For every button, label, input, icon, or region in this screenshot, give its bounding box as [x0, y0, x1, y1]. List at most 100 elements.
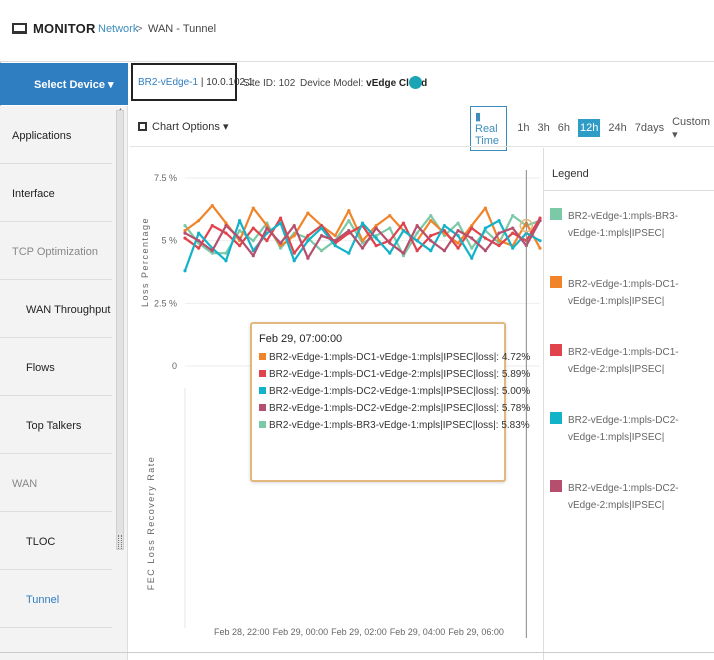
series-point: [429, 214, 433, 218]
range-24h-button[interactable]: 24h: [608, 122, 626, 134]
tooltip-swatch: [259, 421, 266, 428]
legend-item[interactable]: BR2-vEdge-1:mpls-DC1-vEdge-1:mpls|IPSEC|: [550, 276, 710, 332]
legend-swatch: [550, 480, 562, 492]
series-point: [333, 239, 337, 243]
legend-label: BR2-vEdge-1:mpls-DC1-vEdge-1:mpls|IPSEC|: [568, 279, 679, 307]
series-point: [470, 226, 474, 230]
series-point: [429, 219, 433, 223]
series-point: [401, 221, 406, 225]
series-point: [497, 219, 501, 223]
sidebar-item-top-talkers[interactable]: Top Talkers: [0, 396, 112, 454]
series-point: [497, 244, 501, 248]
x-tick-label: Feb 29, 02:00: [331, 627, 387, 637]
breadcrumb-network-link[interactable]: Network: [98, 23, 138, 35]
sidebar: Applications Interface TCP Optimization …: [0, 106, 128, 660]
series-point: [197, 231, 201, 235]
sidebar-item-label: Interface: [12, 188, 55, 200]
series-point: [238, 229, 242, 233]
sidebar-item-label: Top Talkers: [26, 420, 82, 432]
series-point: [429, 239, 433, 243]
series-point: [210, 249, 214, 253]
range-1h-button[interactable]: 1h: [517, 122, 529, 134]
series-point: [374, 236, 378, 240]
legend-item[interactable]: BR2-vEdge-1:mpls-DC1-vEdge-2:mpls|IPSEC|: [550, 344, 710, 400]
series-point: [224, 224, 228, 228]
series-point: [470, 246, 474, 250]
sidebar-item-label: Tunnel: [26, 594, 60, 606]
series-point: [183, 269, 187, 273]
legend-item[interactable]: BR2-vEdge-1:mpls-DC2-vEdge-1:mpls|IPSEC|: [550, 412, 710, 468]
sidebar-item-label: Flows: [26, 362, 55, 374]
realtime-label: Real Time: [475, 122, 500, 147]
series-point: [388, 226, 392, 230]
range-12h-button[interactable]: 12h: [578, 119, 601, 137]
series-point: [442, 224, 447, 228]
series-point: [538, 219, 542, 223]
series-point: [470, 256, 474, 260]
x-tick-label: Feb 28, 22:00: [214, 627, 270, 637]
tooltip-row: BR2-vEdge-1:mpls-DC1-vEdge-2:mpls|IPSEC|…: [259, 369, 530, 386]
legend-swatch: [550, 208, 562, 220]
series-point: [183, 236, 187, 240]
series-point: [347, 208, 351, 213]
time-range-controls: ▮ Real Time 1h 3h 6h 12h 24h 7days Custo…: [470, 105, 714, 151]
series-point: [333, 234, 337, 238]
series-point: [470, 236, 474, 240]
range-3h-button[interactable]: 3h: [538, 122, 550, 134]
series-point: [251, 206, 255, 210]
tooltip-row: BR2-vEdge-1:mpls-DC2-vEdge-1:mpls|IPSEC|…: [259, 386, 530, 403]
range-7days-button[interactable]: 7days: [635, 122, 664, 134]
tooltip-swatch: [259, 370, 266, 377]
device-name: BR2-vEdge-1: [138, 77, 199, 88]
chart-options-button[interactable]: Chart Options ▾: [138, 120, 228, 133]
sidebar-section-tcp-optimization: TCP Optimization: [0, 222, 112, 280]
series-point: [292, 259, 296, 263]
range-custom-label: Custom: [672, 115, 710, 128]
select-device-button[interactable]: Select Device ▾: [0, 63, 128, 105]
realtime-button[interactable]: ▮ Real Time: [470, 105, 508, 151]
series-point: [347, 229, 351, 233]
series-point: [511, 214, 515, 218]
range-custom-button[interactable]: Custom ▾: [672, 116, 710, 141]
tooltip-row-text: BR2-vEdge-1:mpls-DC1-vEdge-2:mpls|IPSEC|…: [269, 369, 531, 380]
series-point: [415, 224, 419, 228]
series-point: [292, 234, 296, 238]
series-point: [456, 246, 460, 250]
sidebar-item-flows[interactable]: Flows: [0, 338, 112, 396]
series-point: [483, 236, 487, 240]
select-device-label: Select Device: [34, 79, 105, 91]
series-point: [401, 229, 406, 233]
legend-item[interactable]: BR2-vEdge-1:mpls-DC2-vEdge-2:mpls|IPSEC|: [550, 480, 710, 536]
series-point: [306, 239, 310, 243]
series-point: [265, 226, 269, 230]
y-tick-label: 5 %: [161, 236, 177, 246]
sidebar-resize-handle[interactable]: [118, 535, 122, 549]
series-point: [456, 221, 460, 225]
tooltip-row-text: BR2-vEdge-1:mpls-DC2-vEdge-2:mpls|IPSEC|…: [269, 403, 531, 414]
monitor-icon: [12, 23, 27, 34]
series-point: [292, 251, 296, 255]
range-6h-button[interactable]: 6h: [558, 122, 570, 134]
y-tick-label: 2.5 %: [154, 298, 177, 308]
sidebar-item-label: Applications: [12, 130, 72, 142]
y-axis-title-loss: Loss Percentage: [140, 217, 150, 307]
sidebar-item-tloc[interactable]: TLOC: [0, 512, 112, 570]
realtime-icon: ▮: [475, 110, 482, 123]
legend-label: BR2-vEdge-1:mpls-BR3-vEdge-1:mpls|IPSEC|: [568, 211, 679, 239]
legend-item[interactable]: BR2-vEdge-1:mpls-BR3-vEdge-1:mpls|IPSEC|: [550, 208, 710, 264]
sidebar-item-label: WAN Throughput: [26, 304, 111, 316]
chart-options-label: Chart Options: [152, 121, 220, 133]
series-point: [251, 239, 255, 243]
device-identifier: BR2-vEdge-1 | 10.0.102.1: [131, 63, 253, 101]
sidebar-item-interface[interactable]: Interface: [0, 164, 112, 222]
series-point: [360, 239, 365, 243]
series-point: [347, 219, 351, 223]
sidebar-item-applications[interactable]: Applications: [0, 106, 112, 164]
chevron-down-icon: ▾: [108, 79, 114, 91]
series-point: [210, 224, 214, 228]
series-point: [415, 239, 419, 243]
sidebar-item-wan-throughput[interactable]: WAN Throughput: [0, 280, 112, 338]
sidebar-scrollbar[interactable]: [116, 110, 124, 550]
series-point: [415, 231, 419, 235]
sidebar-item-tunnel[interactable]: Tunnel: [0, 570, 112, 628]
